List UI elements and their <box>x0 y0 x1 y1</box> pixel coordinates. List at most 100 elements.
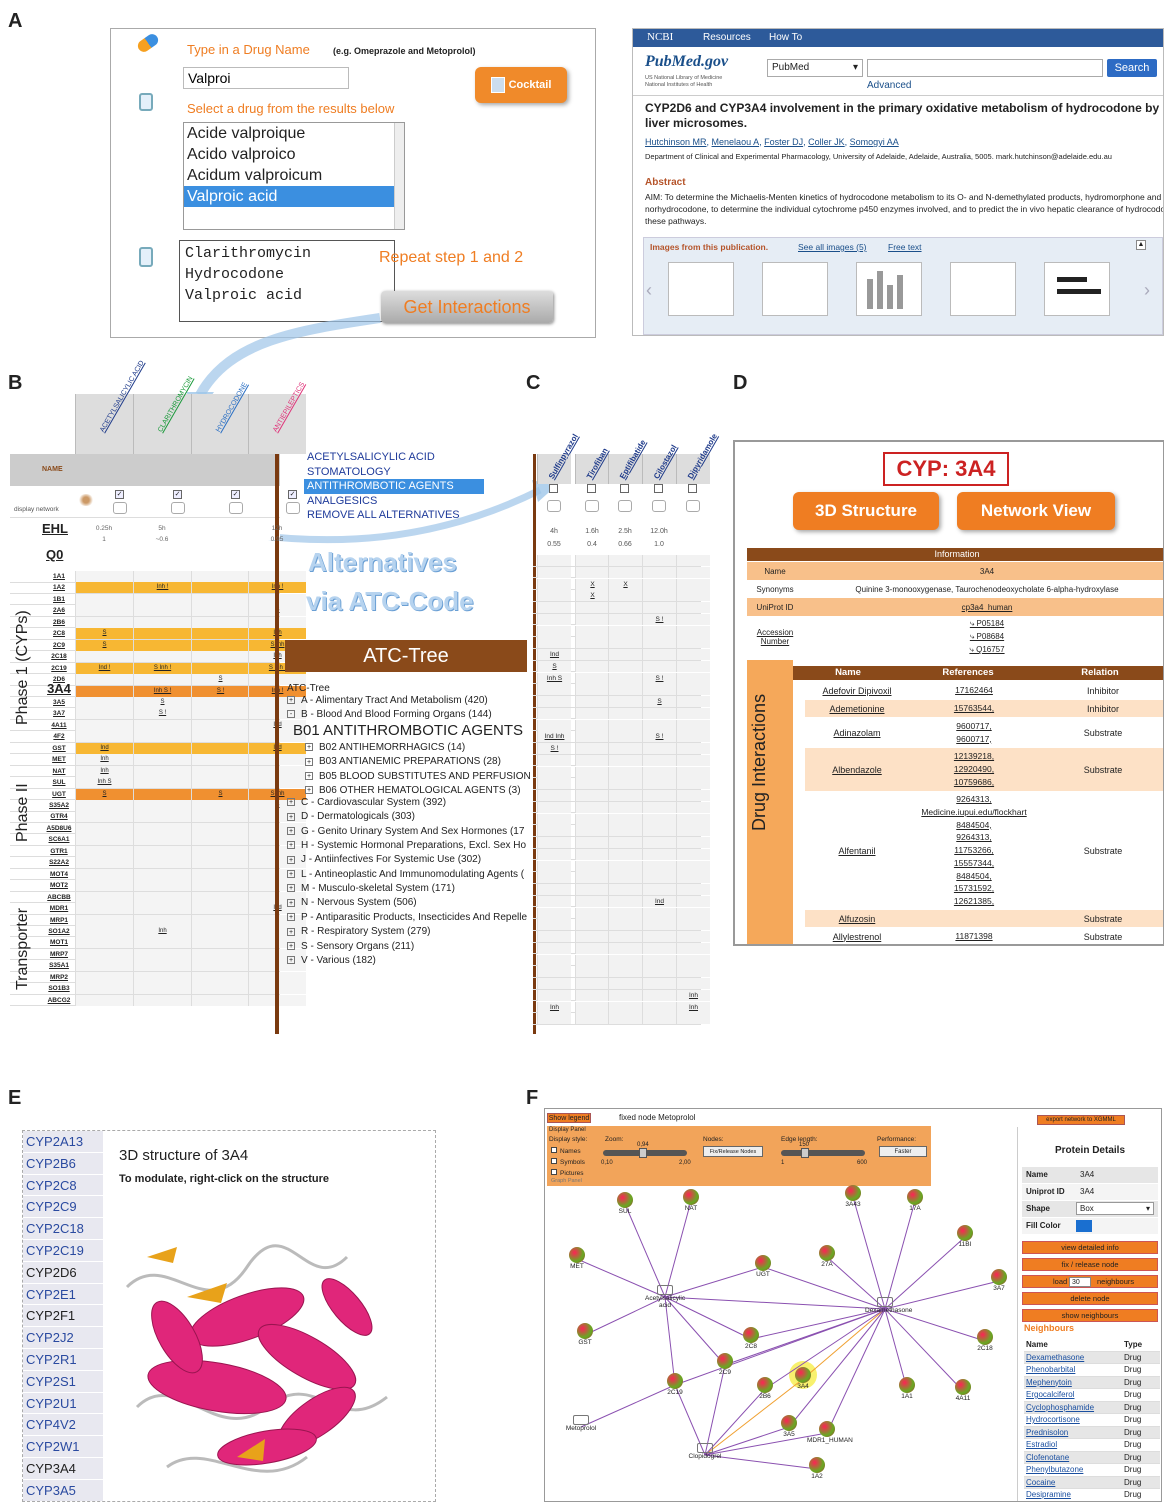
reference-link[interactable]: 8484504, <box>956 819 991 832</box>
neighbour-name-link[interactable]: Cocaine <box>1024 1477 1124 1489</box>
atc-menu-item[interactable]: ANTITHROMBOTIC AGENTS <box>304 479 484 494</box>
cyp-list-item[interactable]: CYP3A4 <box>23 1458 103 1480</box>
reference-link[interactable]: 10759686, <box>954 776 994 789</box>
cyp-list-item[interactable]: CYP2J2 <box>23 1327 103 1349</box>
interaction-cell[interactable]: Inh <box>75 765 133 777</box>
see-all-images-link[interactable]: See all images (5) <box>798 242 867 252</box>
network-node[interactable]: 3A4 <box>783 1367 823 1390</box>
reference-link[interactable]: 9264313, <box>956 831 991 844</box>
c-interaction-cell[interactable]: X <box>575 590 609 602</box>
accession-link[interactable]: ⤷ P08684 <box>807 630 1163 643</box>
interaction-drug-name[interactable]: Alfuzosin <box>805 910 909 927</box>
atc-tree-item[interactable]: + V - Various (182) <box>287 955 376 966</box>
drug-results-list[interactable]: Acide valproique Acido valproico Acidum va… <box>183 122 405 230</box>
network-node[interactable]: 4A11 <box>943 1379 983 1402</box>
network-node[interactable]: 2C18 <box>965 1329 1005 1352</box>
reference-link[interactable]: 15557344, <box>954 857 994 870</box>
neighbour-row[interactable]: Clofenotane Drug <box>1024 1451 1160 1464</box>
expand-icon[interactable]: + <box>287 956 295 965</box>
reference-link[interactable]: 8484504, <box>956 870 991 883</box>
expand-icon[interactable]: + <box>287 913 295 922</box>
accession-link[interactable]: ⤷ Q16757 <box>807 643 1163 656</box>
neighbour-name-link[interactable]: Clofenotane <box>1024 1452 1124 1464</box>
network-node[interactable]: 3A5 <box>769 1415 809 1438</box>
reference-link[interactable]: 12920490, <box>954 763 994 776</box>
selected-drugs-list[interactable]: Clarithromycin Hydrocodone Valproic acid <box>179 240 395 322</box>
advanced-link[interactable]: Advanced <box>867 80 911 91</box>
network-node[interactable]: GST <box>565 1323 605 1346</box>
author-link[interactable]: Coller JK <box>808 137 845 147</box>
interaction-cell[interactable]: Ind <box>75 742 133 754</box>
neighbour-row[interactable]: Prednisolon Drug <box>1024 1426 1160 1439</box>
neighbour-row[interactable]: Phenylbutazone Drug <box>1024 1464 1160 1477</box>
selected-drug-item[interactable]: Clarithromycin <box>185 243 389 264</box>
neighbour-name-link[interactable]: Hydrocortisone <box>1024 1414 1124 1426</box>
atc-tree-item[interactable]: + B03 ANTIANEMIC PREPARATIONS (28) <box>305 756 501 767</box>
shape-select[interactable]: Box ▾ <box>1076 1202 1154 1215</box>
cocktail-button[interactable]: Cocktail <box>475 67 567 103</box>
resources-menu[interactable]: Resources <box>703 32 751 43</box>
reference-link[interactable]: 15731592, <box>954 882 994 895</box>
c-display-checkbox[interactable] <box>620 484 629 493</box>
c-interaction-cell[interactable]: S ! <box>642 613 676 625</box>
atc-menu-item[interactable]: REMOVE ALL ALTERNATIVES <box>304 508 484 523</box>
thumbnail-5[interactable] <box>1044 262 1110 316</box>
atc-tree-item[interactable]: + J - Antiinfectives For Systemic Use (30… <box>287 854 481 865</box>
atc-tree-item[interactable]: + P - Antiparasitic Products, Insecticide… <box>287 912 527 923</box>
expand-icon[interactable]: + <box>305 771 313 780</box>
protein-action-button[interactable]: delete node <box>1022 1292 1158 1305</box>
collapse-icon[interactable]: ▲ <box>1136 240 1146 250</box>
cyp-list-item[interactable]: CYP2A13 <box>23 1131 103 1153</box>
load-count-input[interactable]: 30 <box>1069 1277 1091 1287</box>
interaction-drug-name[interactable]: Allylestrenol <box>805 928 909 944</box>
neighbour-row[interactable]: Desipramine Drug <box>1024 1489 1160 1501</box>
display-network-checkbox[interactable]: ✓ <box>288 490 297 499</box>
export-xgmml-button[interactable]: export network to XGMML <box>1037 1115 1125 1125</box>
author-link[interactable]: Somogyi AA <box>850 137 899 147</box>
drug-search-input[interactable] <box>183 67 349 89</box>
atc-tree-item[interactable]: + G - Genito Urinary System And Sex Hormo… <box>287 826 524 837</box>
neighbour-row[interactable]: Dexamethasone Drug <box>1024 1351 1160 1364</box>
atc-tree-item[interactable]: + M - Musculo-skeletal System (171) <box>287 883 455 894</box>
network-node[interactable]: 11BI <box>945 1225 985 1248</box>
c-interaction-cell[interactable]: Ind <box>537 649 571 660</box>
c-interaction-cell[interactable]: S ! <box>537 743 571 754</box>
display-network-checkbox[interactable]: ✓ <box>115 490 124 499</box>
interaction-cell[interactable]: Inh S <box>75 777 133 789</box>
neighbour-name-link[interactable]: Dexamethasone <box>1024 1352 1124 1364</box>
neighbour-name-link[interactable]: Phenylbutazone <box>1024 1464 1124 1476</box>
c-interaction-cell[interactable]: S <box>642 696 676 707</box>
interaction-drug-name[interactable]: Albendazole <box>805 748 909 791</box>
atc-menu-item[interactable]: STOMATOLOGY <box>304 465 484 480</box>
atc-menu-item[interactable]: ANALGESICS <box>304 494 484 509</box>
reference-link[interactable]: 17162464 <box>955 684 993 697</box>
atc-tree-item[interactable]: + S - Sensory Organs (211) <box>287 941 414 952</box>
uniprot-link[interactable]: cp3a4_human <box>807 598 1163 616</box>
c-display-checkbox[interactable] <box>549 484 558 493</box>
drug-result-item[interactable]: Valproic acid <box>184 186 394 207</box>
interaction-cell[interactable]: Inh <box>75 754 133 766</box>
c-display-checkbox[interactable] <box>654 484 663 493</box>
display-network-checkbox[interactable]: ✓ <box>173 490 182 499</box>
drug-result-item[interactable]: Acidum valproicum <box>184 165 394 186</box>
cyp-list-item[interactable]: CYP2W1 <box>23 1436 103 1458</box>
thumbnail-3[interactable] <box>856 262 922 316</box>
network-node[interactable]: MET <box>557 1247 597 1270</box>
network-node[interactable]: 2C9 <box>705 1353 745 1376</box>
cyp-list-item[interactable]: CYP2D6 <box>23 1262 103 1284</box>
c-interaction-cell[interactable]: X <box>575 578 609 590</box>
carousel-prev-icon[interactable]: ‹ <box>646 280 652 301</box>
atc-menu-item[interactable]: ACETYLSALICYLIC ACID <box>304 450 484 465</box>
protein-action-button[interactable]: fix / release node <box>1022 1258 1158 1271</box>
fill-color-swatch[interactable] <box>1076 1220 1092 1232</box>
results-scrollbar[interactable] <box>394 123 404 229</box>
author-link[interactable]: Hutchinson MR <box>645 137 707 147</box>
atc-tree-item[interactable]: B01 ANTITHROMBOTIC AGENTS <box>293 722 523 739</box>
c-display-checkbox[interactable] <box>587 484 596 493</box>
protein-action-button[interactable]: show neighbours <box>1022 1309 1158 1322</box>
cyp-list-item[interactable]: CYP2C8 <box>23 1175 103 1197</box>
interaction-drug-name[interactable]: Alfentanil <box>805 792 909 909</box>
interaction-cell[interactable]: S <box>191 788 249 800</box>
display-network-checkbox[interactable]: ✓ <box>231 490 240 499</box>
neighbour-row[interactable]: Cyclophosphamide Drug <box>1024 1401 1160 1414</box>
